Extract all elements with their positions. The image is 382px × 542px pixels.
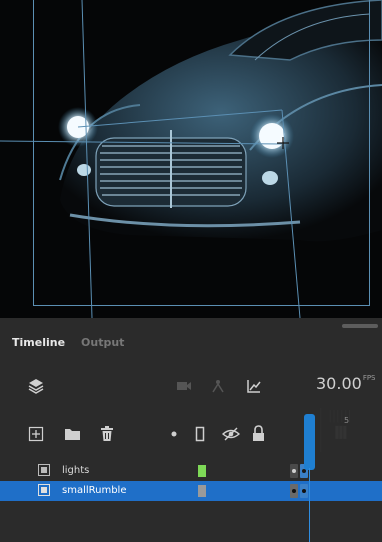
frame-number-label: 5 (344, 416, 350, 425)
new-layer-icon[interactable] (28, 426, 44, 442)
lock-icon[interactable] (252, 425, 265, 442)
tab-timeline[interactable]: Timeline (12, 336, 65, 354)
delete-icon[interactable] (100, 426, 114, 442)
layer-row-lights[interactable]: lights (0, 461, 382, 481)
car-artwork (0, 0, 382, 318)
keyframe-cell[interactable] (300, 484, 308, 498)
layer-toolbar (0, 420, 290, 450)
camera-icon[interactable] (176, 380, 192, 392)
horizontal-scrollbar[interactable] (342, 324, 378, 328)
layer-name[interactable]: lights (62, 465, 89, 476)
playhead-line (309, 468, 310, 542)
layer-row-smallrumble[interactable]: smallRumble (0, 481, 382, 501)
layer-name[interactable]: smallRumble (62, 485, 127, 496)
fps-display[interactable]: 30.00FPS (316, 374, 376, 393)
puppet-icon[interactable] (210, 379, 226, 393)
outline-icon[interactable] (195, 426, 205, 442)
playhead[interactable] (304, 414, 315, 470)
layer-outline-color[interactable] (198, 465, 206, 477)
graph-icon[interactable] (246, 378, 262, 394)
keyframe-cell[interactable] (290, 464, 298, 478)
layers-icon[interactable] (28, 378, 44, 394)
fps-unit: FPS (362, 374, 376, 382)
stage-canvas[interactable] (0, 0, 382, 318)
timeline-panel: Timeline Output 30.00FPS 5 lights smallR… (0, 318, 382, 542)
fps-value: 30.00 (316, 374, 362, 393)
hide-icon[interactable] (222, 426, 240, 442)
new-folder-icon[interactable] (64, 427, 81, 441)
keyframe-cell[interactable] (290, 484, 298, 498)
layer-outline-color[interactable] (198, 485, 206, 497)
panel-tabs: Timeline Output (0, 336, 124, 354)
tab-output[interactable]: Output (81, 336, 124, 354)
grille (95, 130, 247, 208)
layer-type-icon (38, 464, 50, 476)
layer-type-icon (38, 484, 50, 496)
show-dot-icon[interactable] (171, 431, 177, 437)
